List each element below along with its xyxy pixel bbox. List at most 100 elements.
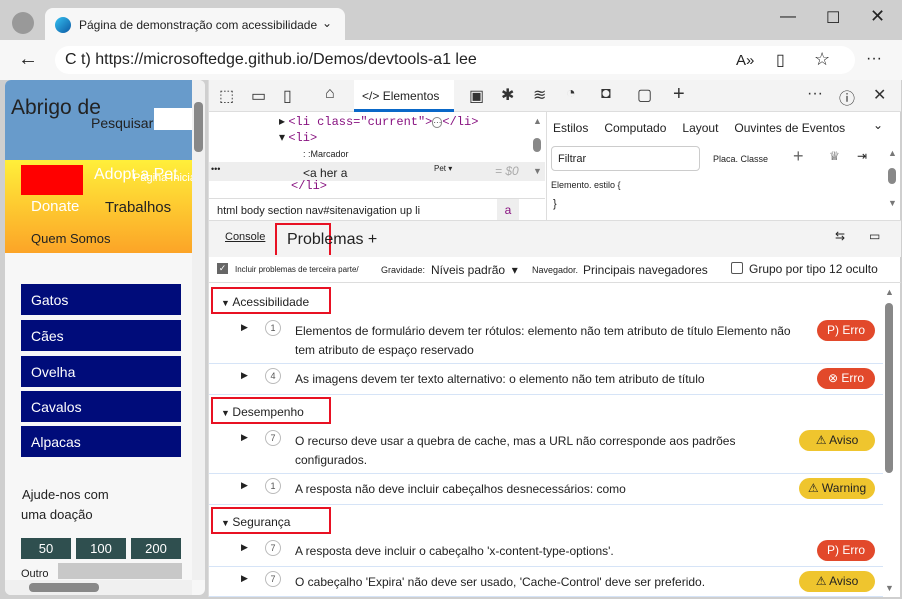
issue-count: 1 bbox=[265, 320, 281, 336]
amount-50[interactable]: 50 bbox=[21, 538, 71, 559]
welcome-home-icon[interactable]: ⌂ bbox=[325, 85, 335, 103]
class-toggle[interactable]: Placa. Classe bbox=[713, 154, 768, 164]
amount-100[interactable]: 100 bbox=[76, 538, 126, 559]
minimize-button[interactable]: — bbox=[780, 8, 796, 26]
issue-count: 1 bbox=[265, 478, 281, 494]
help-icon[interactable]: ⓘ bbox=[839, 85, 855, 109]
donate-marker bbox=[21, 165, 83, 195]
toggle-sidebar-icon[interactable]: ⇥ bbox=[857, 149, 867, 163]
browser-tab[interactable]: Página de demonstração com acessibilidad… bbox=[45, 8, 345, 42]
group-accessibility[interactable]: ▼ Acessibilidade bbox=[211, 287, 331, 314]
dom-anchor[interactable]: <a her a bbox=[303, 166, 347, 180]
nav-donate[interactable]: Donate bbox=[31, 198, 79, 215]
element-style-rule[interactable]: Elemento. estilo { bbox=[551, 180, 621, 190]
styles-scrollbar[interactable]: ▲ ▼ bbox=[888, 148, 897, 208]
breadcrumb[interactable]: html body section nav#sitenavigation up … bbox=[209, 198, 545, 220]
issue-text: O cabeçalho 'Expira' não deve ser usado,… bbox=[295, 575, 706, 589]
browser-select[interactable]: Principais navegadores bbox=[583, 263, 708, 277]
sources-bug-icon[interactable]: ✱ bbox=[501, 85, 514, 105]
paint-brush-icon[interactable]: ♕ bbox=[829, 149, 840, 163]
issue-count: 7 bbox=[265, 540, 281, 556]
more-tools-plus-icon[interactable]: + bbox=[673, 83, 685, 106]
profile-avatar[interactable] bbox=[12, 12, 34, 34]
favorite-icon[interactable]: ☆ bbox=[814, 49, 830, 70]
dom-scrollbar[interactable]: ▲ ▼ bbox=[533, 116, 545, 196]
memory-chip-icon[interactable]: ◘ bbox=[601, 85, 611, 103]
nav-jobs[interactable]: Trabalhos bbox=[105, 199, 171, 216]
issue-row[interactable]: ▶ 1 A resposta não deve incluir cabeçalhos… bbox=[209, 474, 883, 505]
third-party-label: Incluir problemas de terceira parte/ bbox=[235, 265, 359, 274]
third-party-checkbox[interactable]: ✓ bbox=[217, 263, 228, 274]
undock-drawer-icon[interactable]: ⇆ bbox=[835, 229, 845, 243]
warning-badge: ⚠ Aviso bbox=[799, 571, 875, 592]
animal-link-alpacas[interactable]: Alpacas bbox=[21, 426, 181, 457]
tab-layout[interactable]: Layout bbox=[682, 121, 718, 135]
tab-event-listeners[interactable]: Ouvintes de Eventos bbox=[734, 121, 845, 135]
drawer-tab-issues-label[interactable]: Problemas + bbox=[287, 231, 377, 249]
new-rule-plus-icon[interactable]: + bbox=[793, 146, 804, 167]
nav-about[interactable]: Quem Somos bbox=[31, 231, 110, 246]
issue-row[interactable]: ▶ 7 O cabeçalho 'Expira' não deve ser usad… bbox=[209, 567, 883, 597]
maximize-button[interactable]: ☐ bbox=[826, 8, 840, 28]
issues-scrollbar[interactable]: ▲ ▼ bbox=[885, 287, 897, 593]
browser-label: Navegador. bbox=[532, 265, 579, 275]
close-window-button[interactable]: ✕ bbox=[870, 6, 885, 27]
url-field[interactable]: C t) https://microsoftedge.github.io/Dem… bbox=[55, 46, 855, 74]
dom-pet: Pet ▾ bbox=[434, 164, 453, 173]
animal-link-sheep[interactable]: Ovelha bbox=[21, 356, 181, 387]
group-by-kind-checkbox[interactable] bbox=[731, 262, 743, 274]
issue-text: As imagens devem ter texto alternativo: … bbox=[295, 372, 705, 386]
device-emulation-icon[interactable]: ▭ bbox=[251, 86, 266, 106]
styles-filter-input[interactable]: Filtrar bbox=[551, 146, 700, 171]
other-amount-input[interactable] bbox=[58, 563, 182, 579]
tab-elements-label: Elementos bbox=[382, 89, 440, 103]
devtools-more-icon[interactable]: ··· bbox=[807, 85, 823, 103]
dom-marker[interactable]: : :Marcador bbox=[303, 149, 349, 159]
amount-200[interactable]: 200 bbox=[131, 538, 181, 559]
tab-computed[interactable]: Computado bbox=[604, 121, 666, 135]
breadcrumb-a[interactable]: a bbox=[497, 199, 519, 220]
application-icon[interactable]: ▢ bbox=[637, 85, 652, 105]
breadcrumb-path[interactable]: html body section nav#sitenavigation up … bbox=[217, 205, 420, 217]
back-button[interactable]: ← bbox=[18, 48, 38, 71]
issue-text: O recurso deve usar a quebra de cache, m… bbox=[295, 434, 736, 467]
network-wifi-icon[interactable]: ≋ bbox=[533, 85, 546, 105]
tab-styles[interactable]: Estilos bbox=[553, 121, 588, 135]
donate-text-2: uma doação bbox=[21, 507, 93, 522]
vertical-scrollbar[interactable] bbox=[192, 80, 205, 580]
close-drawer-icon[interactable]: ▭ bbox=[869, 229, 880, 243]
animal-link-dogs[interactable]: Cães bbox=[21, 320, 181, 351]
tab-dropdown-icon[interactable]: ⌄ bbox=[322, 16, 332, 30]
styles-more-chevron-icon[interactable]: ⌄ bbox=[873, 118, 883, 132]
issue-row[interactable]: ▶ 1 Elementos de formulário devem ter rótu… bbox=[209, 316, 883, 364]
page-title: Abrigo de bbox=[11, 96, 101, 119]
close-devtools-icon[interactable]: ✕ bbox=[873, 85, 886, 105]
issue-row[interactable]: ▶ 7 A resposta deve incluir o cabeçalho 'x… bbox=[209, 536, 883, 567]
dom-node-li[interactable]: ▾ <li> bbox=[279, 130, 317, 145]
dom-dollar0: = $0 bbox=[495, 164, 519, 178]
nav-home[interactable]: Página Inicial bbox=[133, 172, 198, 184]
severity-select[interactable]: Níveis padrão ▾ bbox=[431, 263, 518, 277]
console-icon[interactable]: ▣ bbox=[469, 86, 484, 106]
more-menu-icon[interactable]: ··· bbox=[866, 50, 882, 68]
inspect-icon[interactable]: ⬚ bbox=[219, 86, 234, 106]
dock-icon[interactable]: ▯ bbox=[283, 86, 292, 106]
issue-row[interactable]: ▶ 4 As imagens devem ter texto alternativo… bbox=[209, 364, 883, 395]
group-by-kind-label: Grupo por tipo 12 oculto bbox=[749, 262, 878, 276]
animal-link-cats[interactable]: Gatos bbox=[21, 284, 181, 315]
drawer-tab-console[interactable]: Console bbox=[225, 231, 265, 243]
immersive-reader-icon[interactable]: ▯ bbox=[776, 50, 785, 70]
performance-icon[interactable]: ◔ bbox=[566, 85, 576, 103]
group-performance[interactable]: ▼ Desempenho bbox=[211, 397, 331, 424]
issues-filter-bar: ✓ Incluir problemas de terceira parte/ G… bbox=[209, 258, 901, 283]
search-input[interactable] bbox=[154, 108, 192, 130]
issue-row[interactable]: ▶ 7 O recurso deve usar a quebra de cache,… bbox=[209, 426, 883, 474]
horizontal-scrollbar[interactable] bbox=[5, 580, 192, 595]
issue-text: A resposta deve incluir o cabeçalho 'x-c… bbox=[295, 544, 614, 558]
read-aloud-icon[interactable]: A» bbox=[736, 52, 754, 69]
other-label: Outro bbox=[21, 568, 49, 580]
dom-node-li-current[interactable]: ▸ <li class="current">···</li> bbox=[279, 114, 478, 129]
animal-link-horses[interactable]: Cavalos bbox=[21, 391, 181, 422]
tab-elements[interactable]: </> Elementos bbox=[354, 80, 454, 112]
group-security[interactable]: ▼ Segurança bbox=[211, 507, 331, 534]
